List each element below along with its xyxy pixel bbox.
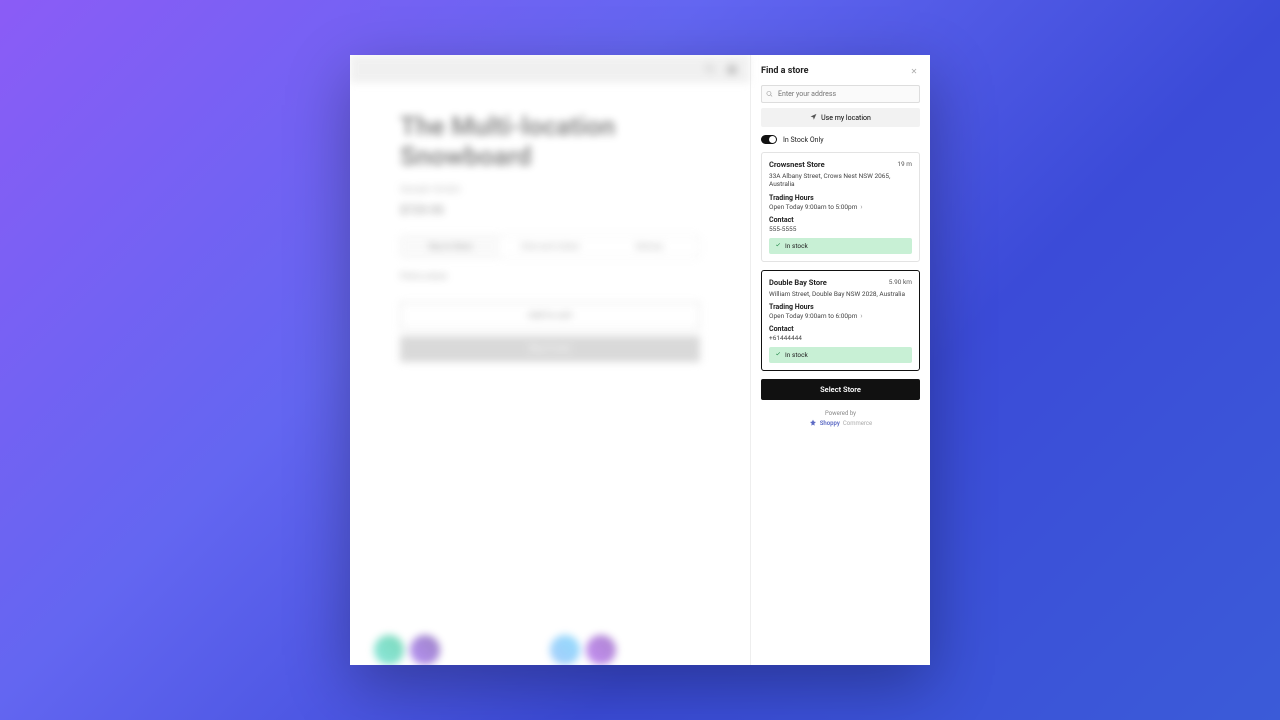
store-card[interactable]: Crowsnest Store 19 m 33A Albany Street, Cr…: [761, 152, 920, 262]
chevron-right-icon: ›: [860, 312, 862, 320]
check-icon: [775, 351, 781, 359]
add-to-cart-button[interactable]: Add to cart: [400, 302, 700, 330]
trading-hours-label: Trading Hours: [769, 303, 912, 311]
product-thumbs: [550, 635, 616, 665]
store-name: Crowsnest Store: [769, 160, 825, 169]
brand-name: Shoppy: [820, 420, 840, 428]
contact-label: Contact: [769, 216, 912, 224]
use-location-button[interactable]: Use my location: [761, 108, 920, 127]
product-thumb: [374, 635, 404, 665]
close-button[interactable]: ✕: [908, 65, 920, 77]
search-icon: [704, 60, 716, 79]
tab-delivery[interactable]: Delivery: [600, 236, 699, 257]
app-window: The Multi-location Snowboard Sample Vend…: [350, 55, 930, 665]
product-page: The Multi-location Snowboard Sample Vend…: [350, 55, 750, 665]
store-card-header: Double Bay Store 5.90 km: [769, 278, 912, 287]
fulfillment-tabs: Buy in Store Click and Collect Delivery: [400, 235, 700, 258]
store-address: 33A Albany Street, Crows Nest NSW 2065, …: [769, 172, 912, 189]
address-search: [761, 85, 920, 103]
brand-suffix: Commerce: [843, 420, 872, 428]
bag-icon: [726, 60, 738, 79]
contact-value: +61444444: [769, 334, 912, 342]
address-input[interactable]: [761, 85, 920, 103]
stock-label: In stock: [785, 242, 808, 250]
select-store-button[interactable]: Select Store: [761, 379, 920, 400]
stock-badge: In stock: [769, 347, 912, 363]
find-store-link[interactable]: Find a store: [400, 272, 700, 282]
powered-by-label: Powered by: [761, 410, 920, 418]
product-thumb: [410, 635, 440, 665]
search-icon: [766, 91, 773, 98]
product-vendor: Sample Vendor: [400, 185, 700, 195]
in-stock-toggle[interactable]: [761, 135, 777, 144]
buy-now-button[interactable]: Buy it now: [400, 336, 700, 362]
product-price: $729.95: [400, 203, 700, 217]
chevron-right-icon: ›: [860, 203, 862, 211]
tab-click-collect[interactable]: Click and Collect: [500, 236, 599, 257]
store-card[interactable]: Double Bay Store 5.90 km William Street, D…: [761, 270, 920, 371]
stock-label: In stock: [785, 351, 808, 359]
panel-header: Find a store ✕: [761, 65, 920, 77]
product-thumb: [550, 635, 580, 665]
trading-hours-value[interactable]: Open Today 9:00am to 6:00pm›: [769, 312, 912, 320]
powered-by: Powered by Shoppy Commerce: [761, 410, 920, 430]
check-icon: [775, 242, 781, 250]
store-address: William Street, Double Bay NSW 2028, Aus…: [769, 290, 912, 298]
trading-hours-value[interactable]: Open Today 9:00am to 5:00pm›: [769, 203, 912, 211]
in-stock-toggle-row: In Stock Only: [761, 135, 920, 144]
location-arrow-icon: [810, 113, 817, 122]
use-location-label: Use my location: [821, 114, 871, 122]
product-thumb: [586, 635, 616, 665]
store-name: Double Bay Store: [769, 278, 827, 287]
in-stock-label: In Stock Only: [783, 136, 824, 144]
trading-hours-label: Trading Hours: [769, 194, 912, 202]
store-distance: 19 m: [897, 160, 912, 168]
panel-title: Find a store: [761, 66, 808, 76]
brand-logo-icon: [809, 419, 817, 430]
product-title: The Multi-location Snowboard: [400, 113, 700, 173]
close-icon: ✕: [911, 67, 918, 76]
contact-label: Contact: [769, 325, 912, 333]
topbar: [350, 55, 750, 83]
tab-buy-in-store[interactable]: Buy in Store: [401, 236, 500, 257]
store-card-header: Crowsnest Store 19 m: [769, 160, 912, 169]
stock-badge: In stock: [769, 238, 912, 254]
contact-value: 555-5555: [769, 225, 912, 233]
product-thumbs: [374, 635, 440, 665]
store-finder-panel: Find a store ✕ Use my location In Stock …: [750, 55, 930, 665]
store-distance: 5.90 km: [889, 278, 912, 286]
stores-list: Crowsnest Store 19 m 33A Albany Street, Cr…: [761, 152, 920, 379]
